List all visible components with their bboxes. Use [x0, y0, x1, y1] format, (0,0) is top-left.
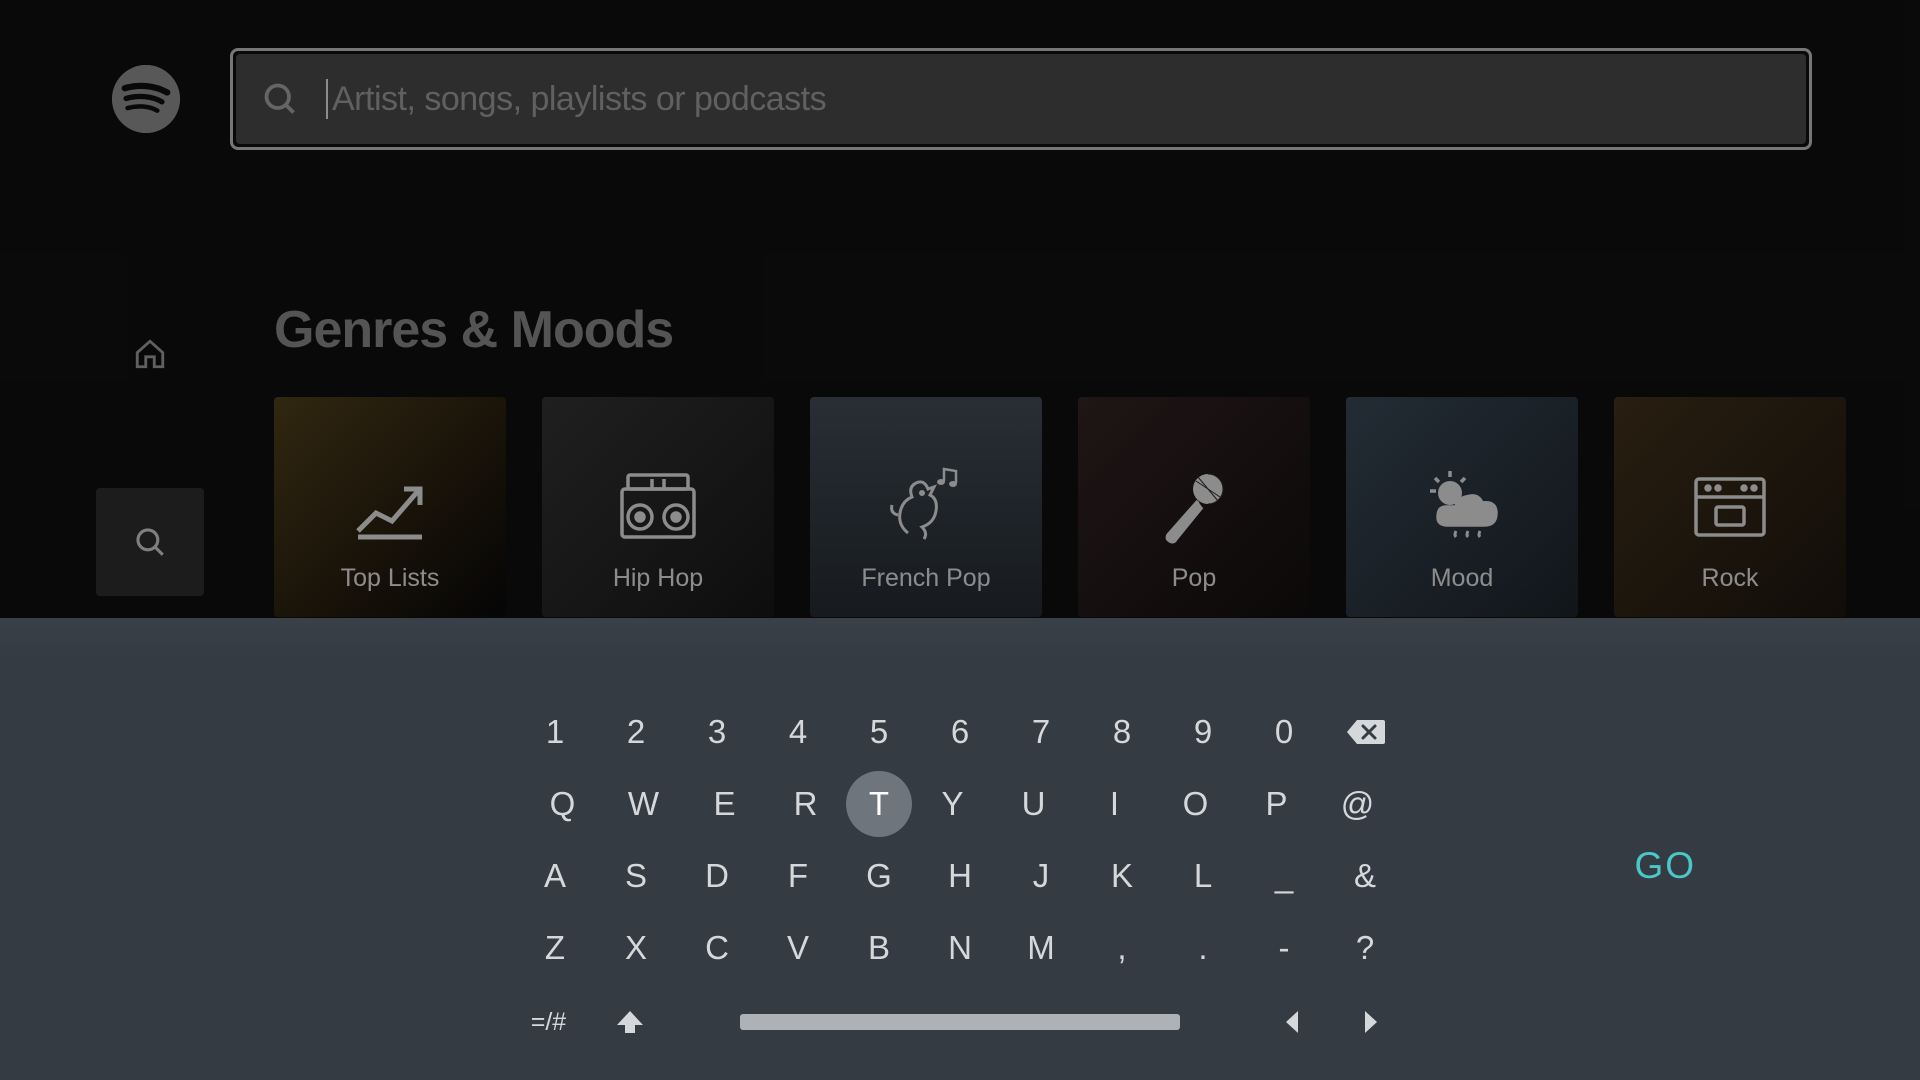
key-p[interactable]: P: [1236, 772, 1317, 836]
key-2[interactable]: 2: [596, 700, 677, 764]
genre-label: Hip Hop: [542, 564, 774, 593]
key-j[interactable]: J: [1001, 844, 1082, 908]
key-c[interactable]: C: [677, 916, 758, 980]
genre-card-rock[interactable]: Rock: [1614, 397, 1846, 617]
key-g[interactable]: G: [839, 844, 920, 908]
key-t[interactable]: T: [846, 771, 912, 837]
key-go[interactable]: GO: [1634, 845, 1696, 887]
genre-card-french-pop[interactable]: French Pop: [810, 397, 1042, 617]
genre-card-mood[interactable]: Mood: [1346, 397, 1578, 617]
key-w[interactable]: W: [603, 772, 684, 836]
shift-icon: [615, 1009, 645, 1035]
key-s[interactable]: S: [596, 844, 677, 908]
genre-label: French Pop: [810, 564, 1042, 593]
key-comma[interactable]: ,: [1082, 916, 1163, 980]
key-4[interactable]: 4: [758, 700, 839, 764]
app-root: Artist, songs, playlists or podcasts: [0, 0, 1920, 1080]
key-0[interactable]: 0: [1244, 700, 1325, 764]
kb-row-bottom: =/#: [0, 986, 1920, 1058]
key-f[interactable]: F: [758, 844, 839, 908]
key-k[interactable]: K: [1082, 844, 1163, 908]
key-arrow-left[interactable]: [1250, 1009, 1331, 1035]
genres-row: Top Lists Hip Hop: [274, 397, 1920, 617]
search-field[interactable]: Artist, songs, playlists or podcasts: [236, 54, 1806, 144]
key-symbols[interactable]: =/#: [508, 1008, 589, 1037]
key-9[interactable]: 9: [1163, 700, 1244, 764]
nav-home[interactable]: [96, 300, 204, 408]
key-8[interactable]: 8: [1082, 700, 1163, 764]
genre-label: Mood: [1346, 564, 1578, 593]
key-u[interactable]: U: [993, 772, 1074, 836]
genre-label: Top Lists: [274, 564, 506, 593]
genre-card-hip-hop[interactable]: Hip Hop: [542, 397, 774, 617]
spotify-icon: [112, 65, 180, 133]
key-arrow-right[interactable]: [1331, 1009, 1412, 1035]
rooster-music-icon: [878, 466, 974, 548]
key-r[interactable]: R: [765, 772, 846, 836]
section-title: Genres & Moods: [274, 300, 673, 360]
key-l[interactable]: L: [1163, 844, 1244, 908]
key-n[interactable]: N: [920, 916, 1001, 980]
key-question[interactable]: ?: [1325, 916, 1406, 980]
arrow-right-icon: [1363, 1009, 1381, 1035]
boombox-icon: [614, 466, 702, 548]
amp-icon: [1688, 466, 1772, 548]
key-dash[interactable]: -: [1244, 916, 1325, 980]
home-icon: [133, 337, 167, 371]
search-nav-icon: [133, 525, 167, 559]
key-backspace[interactable]: [1325, 700, 1406, 764]
genre-label: Rock: [1614, 564, 1846, 593]
key-at[interactable]: @: [1317, 772, 1398, 836]
kb-row-1: 1 2 3 4 5 6 7 8 9 0: [0, 696, 1920, 768]
kb-row-3: A S D F G H J K L _ &: [0, 840, 1920, 912]
arrow-left-icon: [1282, 1009, 1300, 1035]
kb-row-2: Q W E R T Y U I O P @: [0, 768, 1920, 840]
key-3[interactable]: 3: [677, 700, 758, 764]
key-v[interactable]: V: [758, 916, 839, 980]
key-5[interactable]: 5: [839, 700, 920, 764]
genre-label: Pop: [1078, 564, 1310, 593]
spotify-logo[interactable]: [112, 65, 180, 133]
microphone-icon: [1154, 466, 1234, 548]
key-6[interactable]: 6: [920, 700, 1001, 764]
key-underscore[interactable]: _: [1244, 844, 1325, 908]
key-h[interactable]: H: [920, 844, 1001, 908]
key-i[interactable]: I: [1074, 772, 1155, 836]
key-1[interactable]: 1: [515, 700, 596, 764]
header: Artist, songs, playlists or podcasts: [112, 48, 1812, 150]
kb-row-4: Z X C V B N M , . - ?: [0, 912, 1920, 984]
key-m[interactable]: M: [1001, 916, 1082, 980]
search-placeholder: Artist, songs, playlists or podcasts: [326, 79, 826, 119]
key-7[interactable]: 7: [1001, 700, 1082, 764]
key-a[interactable]: A: [515, 844, 596, 908]
key-ampersand[interactable]: &: [1325, 844, 1406, 908]
key-e[interactable]: E: [684, 772, 765, 836]
key-shift[interactable]: [589, 1009, 670, 1035]
genre-card-pop[interactable]: Pop: [1078, 397, 1310, 617]
backspace-icon: [1345, 718, 1385, 746]
chart-up-icon: [352, 466, 428, 548]
key-o[interactable]: O: [1155, 772, 1236, 836]
key-y[interactable]: Y: [912, 772, 993, 836]
key-d[interactable]: D: [677, 844, 758, 908]
key-q[interactable]: Q: [522, 772, 603, 836]
weather-icon: [1416, 466, 1508, 548]
genre-card-top-lists[interactable]: Top Lists: [274, 397, 506, 617]
key-z[interactable]: Z: [515, 916, 596, 980]
onscreen-keyboard: 1 2 3 4 5 6 7 8 9 0 Q: [0, 618, 1920, 1080]
nav-search[interactable]: [96, 488, 204, 596]
key-space[interactable]: [740, 1014, 1180, 1030]
key-x[interactable]: X: [596, 916, 677, 980]
search-field-wrap[interactable]: Artist, songs, playlists or podcasts: [230, 48, 1812, 150]
search-icon: [262, 81, 298, 117]
key-b[interactable]: B: [839, 916, 920, 980]
key-period[interactable]: .: [1163, 916, 1244, 980]
